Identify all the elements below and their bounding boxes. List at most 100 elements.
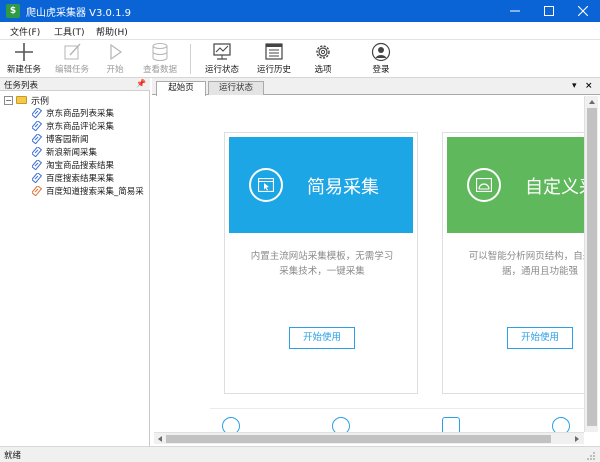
toolbar: 新建任务 编辑任务 开始 查看数据 运行状态 运行历史 选项 登录	[0, 40, 600, 78]
menu-help[interactable]: 帮助(H)	[96, 25, 128, 38]
new-task-label: 新建任务	[6, 65, 41, 75]
edit-icon	[64, 43, 81, 60]
folder-icon	[16, 96, 27, 104]
tab-start-page[interactable]: 起始页	[156, 81, 206, 96]
gear-icon	[316, 45, 330, 59]
task-icon	[32, 160, 42, 170]
tree-item-label: 百度知道搜索采集_简易采	[46, 187, 144, 197]
tree-item[interactable]: 百度知道搜索采集_简易采	[32, 185, 144, 197]
task-icon	[32, 108, 42, 118]
task-icon	[32, 121, 42, 131]
tab-strip: 起始页 运行状态 ▾ ×	[152, 78, 600, 96]
tree-item-label: 百度搜索结果采集	[46, 174, 115, 184]
simple-collect-card: 简易采集 内置主流网站采集模板，无需学习采集技术，一键采集 开始使用	[224, 132, 418, 394]
user-icon	[371, 42, 391, 62]
quick-link-icon[interactable]	[552, 417, 570, 432]
custom-collect-banner[interactable]: 自定义采	[447, 137, 584, 233]
plus-icon	[15, 43, 33, 61]
start-label: 开始	[106, 65, 124, 75]
quick-links-row	[210, 408, 584, 432]
tree-folder-label: 示例	[31, 96, 50, 107]
run-status-button[interactable]: 运行状态	[200, 42, 244, 76]
task-panel-title: 任务列表	[4, 81, 39, 91]
custom-collect-title: 自定义采	[525, 177, 584, 198]
title-bar: $ 爬山虎采集器 V3.0.1.9	[0, 0, 600, 22]
run-history-button[interactable]: 运行历史	[252, 42, 296, 76]
tree-item-label: 京东商品列表采集	[46, 109, 115, 119]
tree-item[interactable]: 京东商品评论采集	[32, 120, 114, 132]
tab-run-status[interactable]: 运行状态	[208, 81, 264, 95]
tree-item-label: 博客园新闻	[46, 135, 89, 145]
window-title: 爬山虎采集器 V3.0.1.9	[26, 8, 132, 19]
menu-bar: 文件(F) 工具(T) 帮助(H)	[0, 22, 600, 40]
simple-collect-start-button[interactable]: 开始使用	[289, 327, 355, 349]
history-icon	[265, 43, 283, 60]
scroll-up-icon[interactable]	[585, 97, 599, 107]
horizontal-scroll-thumb[interactable]	[166, 435, 551, 443]
custom-collect-card: 自定义采 可以智能分析网页结构，自采集数据，通用且功能强 开始使用	[442, 132, 584, 394]
scroll-left-icon[interactable]	[155, 433, 165, 445]
view-data-label: 查看数据	[142, 65, 177, 75]
horizontal-scrollbar[interactable]	[154, 432, 584, 444]
tree-item-label: 淘宝商品搜索结果	[46, 161, 115, 171]
task-icon	[32, 173, 42, 183]
edit-task-button[interactable]: 编辑任务	[52, 42, 92, 76]
run-status-label: 运行状态	[204, 65, 239, 75]
app-icon: $	[6, 4, 20, 18]
edit-task-label: 编辑任务	[54, 65, 89, 75]
options-label: 选项	[314, 65, 332, 75]
simple-collect-title: 简易采集	[307, 177, 379, 198]
scroll-right-icon[interactable]	[572, 433, 582, 445]
custom-collect-start-button[interactable]: 开始使用	[507, 327, 573, 349]
document-area: 起始页 运行状态 ▾ × 简易采集 内置主流网站采集模板，无需学习采集技术，一键…	[152, 78, 600, 446]
minimize-icon	[510, 10, 520, 12]
options-button[interactable]: 选项	[306, 42, 340, 76]
menu-file[interactable]: 文件(F)	[10, 25, 40, 38]
resize-grip-icon[interactable]	[586, 451, 596, 461]
menu-tools[interactable]: 工具(T)	[54, 25, 85, 38]
quick-link-icon[interactable]	[332, 417, 350, 432]
custom-collect-description: 可以智能分析网页结构，自采集数据，通用且功能强	[468, 251, 584, 277]
simple-collect-banner[interactable]: 简易采集	[229, 137, 413, 233]
tree-item-label: 京东商品评论采集	[46, 122, 115, 132]
tree-item[interactable]: 百度搜索结果采集	[32, 172, 114, 184]
collapse-icon[interactable]: −	[4, 95, 13, 105]
task-panel-header: 任务列表 📌	[0, 78, 150, 91]
database-icon	[152, 43, 168, 61]
login-button[interactable]: 登录	[364, 42, 398, 76]
toolbar-separator	[190, 44, 191, 74]
tree-item-label: 新浪新闻采集	[46, 148, 98, 158]
tab-dropdown-icon[interactable]: ▾	[572, 81, 577, 91]
new-task-button[interactable]: 新建任务	[4, 42, 44, 76]
simple-collect-description: 内置主流网站采集模板，无需学习采集技术，一键采集	[250, 251, 394, 277]
chart-icon	[467, 168, 501, 202]
monitor-icon	[213, 43, 231, 60]
status-text: 就绪	[4, 451, 22, 461]
close-button[interactable]	[566, 0, 600, 22]
browser-icon	[249, 168, 283, 202]
close-icon	[578, 6, 588, 16]
run-history-label: 运行历史	[256, 65, 291, 75]
minimize-button[interactable]	[498, 0, 532, 22]
tree-item[interactable]: 新浪新闻采集	[32, 146, 97, 158]
task-panel: 任务列表 📌 − 示例 京东商品列表采集 京东商品评论采集 博客园新闻 新浪新闻…	[0, 78, 150, 446]
task-icon	[32, 186, 42, 196]
task-icon	[32, 134, 42, 144]
start-page: 简易采集 内置主流网站采集模板，无需学习采集技术，一键采集 开始使用 自定义采 …	[154, 96, 584, 432]
pin-icon[interactable]: 📌	[136, 79, 146, 88]
vertical-scroll-thumb[interactable]	[587, 108, 597, 426]
maximize-button[interactable]	[532, 0, 566, 22]
tree-item[interactable]: 博客园新闻	[32, 133, 89, 145]
tree-item[interactable]: 淘宝商品搜索结果	[32, 159, 114, 171]
view-data-button[interactable]: 查看数据	[138, 42, 182, 76]
quick-link-icon[interactable]	[222, 417, 240, 432]
tree-folder-examples[interactable]: − 示例	[4, 94, 50, 107]
maximize-icon	[544, 6, 554, 16]
start-button[interactable]: 开始	[100, 42, 130, 76]
tab-close-icon[interactable]: ×	[585, 81, 593, 91]
status-bar: 就绪	[0, 446, 600, 462]
quick-link-icon[interactable]	[442, 417, 460, 432]
vertical-scrollbar[interactable]	[584, 96, 598, 432]
login-label: 登录	[372, 65, 390, 75]
tree-item[interactable]: 京东商品列表采集	[32, 107, 114, 119]
